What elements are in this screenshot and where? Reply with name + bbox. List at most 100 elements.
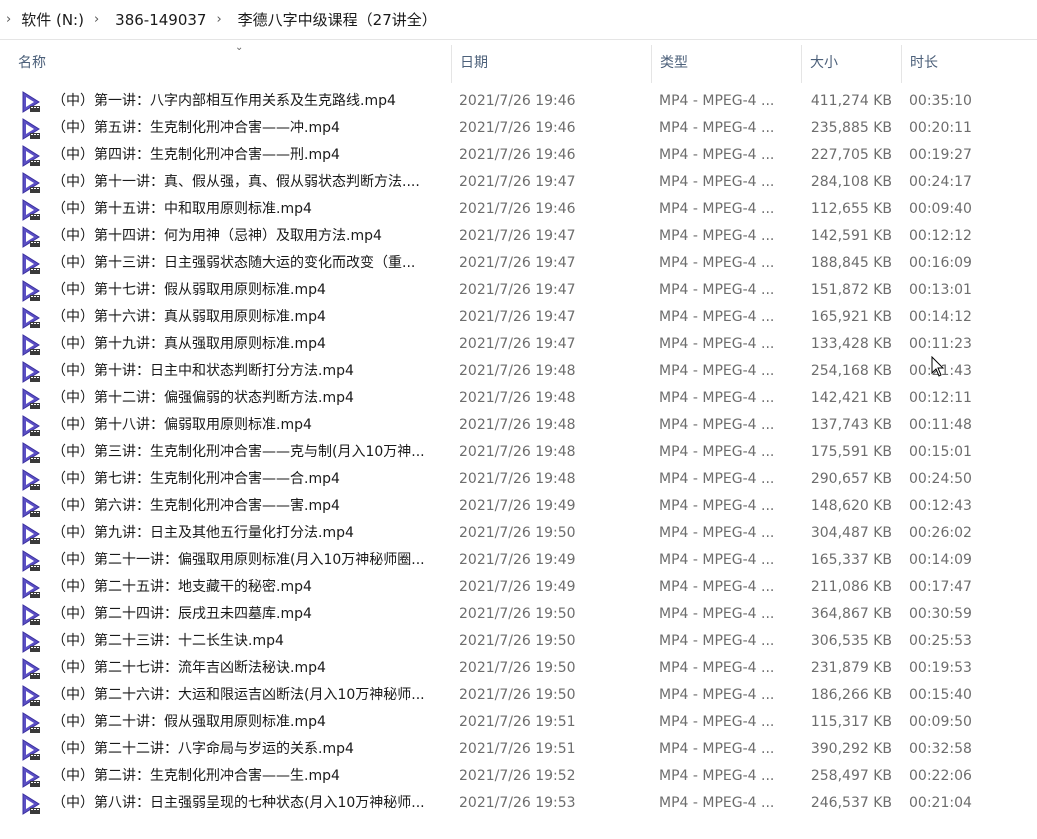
file-date: 2021/7/26 19:47 <box>459 255 576 271</box>
file-row[interactable]: （中）第三讲：生克制化刑冲合害——克与制(月入10万神... 2021/7/26 … <box>0 439 1037 466</box>
video-file-icon <box>22 577 40 599</box>
file-row[interactable]: （中）第十九讲：真从强取用原则标准.mp4 2021/7/26 19:47 MP4 … <box>0 331 1037 358</box>
column-header-duration[interactable]: 时长 <box>902 45 1037 83</box>
file-name: （中）第十二讲：偏强偏弱的状态判断方法.mp4 <box>52 390 354 406</box>
chevron-right-icon[interactable]: › <box>6 12 11 27</box>
file-row[interactable]: （中）第五讲：生克制化刑冲合害——冲.mp4 2021/7/26 19:46 MP4… <box>0 115 1037 142</box>
file-row[interactable]: （中）第十三讲：日主强弱状态随大运的变化而改变（重... 2021/7/26 19… <box>0 250 1037 277</box>
file-row[interactable]: （中）第十讲：日主中和状态判断打分方法.mp4 2021/7/26 19:48 MP… <box>0 358 1037 385</box>
file-size: 112,655 KB <box>810 201 892 217</box>
file-date: 2021/7/26 19:48 <box>459 363 576 379</box>
file-size: 411,274 KB <box>810 93 892 109</box>
breadcrumb: › 软件 (N:) › 386-149037 › 李德八字中级课程（27讲全） <box>0 0 1037 40</box>
file-date: 2021/7/26 19:53 <box>459 795 576 811</box>
file-name: （中）第十四讲：何为用神（忌神）及取用方法.mp4 <box>52 228 382 244</box>
file-date: 2021/7/26 19:47 <box>459 336 576 352</box>
file-duration: 00:13:01 <box>909 282 972 298</box>
file-name: （中）第十八讲：偏弱取用原则标准.mp4 <box>52 417 312 433</box>
file-row[interactable]: （中）第一讲：八字内部相互作用关系及生克路线.mp4 2021/7/26 19:4… <box>0 88 1037 115</box>
file-size: 290,657 KB <box>810 471 892 487</box>
file-duration: 00:30:59 <box>909 606 972 622</box>
file-row[interactable]: （中）第二十一讲：偏强取用原则标准(月入10万神秘师圈... 2021/7/26 … <box>0 547 1037 574</box>
file-row[interactable]: （中）第二十三讲：十二长生诀.mp4 2021/7/26 19:50 MP4 - M… <box>0 628 1037 655</box>
column-header-size[interactable]: 大小 <box>802 45 902 83</box>
file-name: （中）第八讲：日主强弱呈现的七种状态(月入10万神秘师... <box>52 795 425 811</box>
breadcrumb-current-folder[interactable]: 李德八字中级课程（27讲全） <box>234 7 441 32</box>
file-name: （中）第五讲：生克制化刑冲合害——冲.mp4 <box>52 120 340 136</box>
file-size: 227,705 KB <box>810 147 892 163</box>
column-header-name[interactable]: ⌄ 名称 <box>10 43 452 83</box>
file-duration: 00:21:04 <box>909 795 972 811</box>
file-row[interactable]: （中）第九讲：日主及其他五行量化打分法.mp4 2021/7/26 19:50 MP… <box>0 520 1037 547</box>
file-date: 2021/7/26 19:46 <box>459 120 576 136</box>
file-duration: 00:22:06 <box>909 768 972 784</box>
file-row[interactable]: （中）第二十六讲：大运和限运吉凶断法(月入10万神秘师... 2021/7/26 … <box>0 682 1037 709</box>
file-row[interactable]: （中）第十四讲：何为用神（忌神）及取用方法.mp4 2021/7/26 19:47… <box>0 223 1037 250</box>
file-name: （中）第九讲：日主及其他五行量化打分法.mp4 <box>52 525 354 541</box>
video-file-icon <box>22 199 40 221</box>
file-row[interactable]: （中）第二十五讲：地支藏干的秘密.mp4 2021/7/26 19:49 MP4 -… <box>0 574 1037 601</box>
file-row[interactable]: （中）第十六讲：真从弱取用原则标准.mp4 2021/7/26 19:47 MP4 … <box>0 304 1037 331</box>
video-file-icon <box>22 172 40 194</box>
file-duration: 00:12:43 <box>909 498 972 514</box>
column-header-type[interactable]: 类型 <box>652 45 802 83</box>
file-name: （中）第二十四讲：辰戌丑未四墓库.mp4 <box>52 606 312 622</box>
file-size: 165,337 KB <box>810 552 892 568</box>
video-file-icon <box>22 145 40 167</box>
file-size: 115,317 KB <box>810 714 892 730</box>
column-header-date[interactable]: 日期 <box>452 45 652 83</box>
video-file-icon <box>22 712 40 734</box>
video-file-icon <box>22 631 40 653</box>
file-row[interactable]: （中）第六讲：生克制化刑冲合害——害.mp4 2021/7/26 19:49 MP4… <box>0 493 1037 520</box>
file-row[interactable]: （中）第二讲：生克制化刑冲合害——生.mp4 2021/7/26 19:52 MP4… <box>0 763 1037 790</box>
file-row[interactable]: （中）第二十四讲：辰戌丑未四墓库.mp4 2021/7/26 19:50 MP4 -… <box>0 601 1037 628</box>
file-duration: 00:16:09 <box>909 255 972 271</box>
file-row[interactable]: （中）第十五讲：中和取用原则标准.mp4 2021/7/26 19:46 MP4 -… <box>0 196 1037 223</box>
file-date: 2021/7/26 19:49 <box>459 552 576 568</box>
video-file-icon <box>22 361 40 383</box>
file-date: 2021/7/26 19:50 <box>459 606 576 622</box>
file-row[interactable]: （中）第二十讲：假从强取用原则标准.mp4 2021/7/26 19:51 MP4 … <box>0 709 1037 736</box>
video-file-icon <box>22 496 40 518</box>
video-file-icon <box>22 685 40 707</box>
file-duration: 00:11:23 <box>909 336 972 352</box>
file-date: 2021/7/26 19:50 <box>459 525 576 541</box>
file-row[interactable]: （中）第二十七讲：流年吉凶断法秘诀.mp4 2021/7/26 19:50 MP4 … <box>0 655 1037 682</box>
video-file-icon <box>22 226 40 248</box>
file-size: 306,535 KB <box>810 633 892 649</box>
chevron-right-icon[interactable]: › <box>94 12 99 27</box>
file-row[interactable]: （中）第十一讲：真、假从强，真、假从弱状态判断方法.... 2021/7/26 1… <box>0 169 1037 196</box>
breadcrumb-folder[interactable]: 386-149037 <box>111 9 210 31</box>
file-size: 231,879 KB <box>810 660 892 676</box>
file-date: 2021/7/26 19:47 <box>459 174 576 190</box>
video-file-icon <box>22 658 40 680</box>
file-size: 186,266 KB <box>810 687 892 703</box>
video-file-icon <box>22 766 40 788</box>
file-size: 188,845 KB <box>810 255 892 271</box>
breadcrumb-drive[interactable]: 软件 (N:) <box>17 7 88 32</box>
file-duration: 00:26:02 <box>909 525 972 541</box>
file-row[interactable]: （中）第八讲：日主强弱呈现的七种状态(月入10万神秘师... 2021/7/26 … <box>0 790 1037 817</box>
file-size: 304,487 KB <box>810 525 892 541</box>
file-duration: 00:09:40 <box>909 201 972 217</box>
file-row[interactable]: （中）第十二讲：偏强偏弱的状态判断方法.mp4 2021/7/26 19:48 MP… <box>0 385 1037 412</box>
file-duration: 00:21:43 <box>909 363 972 379</box>
file-date: 2021/7/26 19:49 <box>459 498 576 514</box>
file-row[interactable]: （中）第二十二讲：八字命局与岁运的关系.mp4 2021/7/26 19:51 MP… <box>0 736 1037 763</box>
file-name: （中）第十六讲：真从弱取用原则标准.mp4 <box>52 309 326 325</box>
file-row[interactable]: （中）第七讲：生克制化刑冲合害——合.mp4 2021/7/26 19:48 MP4… <box>0 466 1037 493</box>
file-duration: 00:19:27 <box>909 147 972 163</box>
file-size: 151,872 KB <box>810 282 892 298</box>
chevron-right-icon[interactable]: › <box>216 12 221 27</box>
file-size: 258,497 KB <box>810 768 892 784</box>
file-row[interactable]: （中）第十七讲：假从弱取用原则标准.mp4 2021/7/26 19:47 MP4 … <box>0 277 1037 304</box>
file-size: 148,620 KB <box>810 498 892 514</box>
video-file-icon <box>22 739 40 761</box>
video-file-icon <box>22 469 40 491</box>
file-row[interactable]: （中）第四讲：生克制化刑冲合害——刑.mp4 2021/7/26 19:46 MP4… <box>0 142 1037 169</box>
video-file-icon <box>22 604 40 626</box>
video-file-icon <box>22 91 40 113</box>
video-file-icon <box>22 280 40 302</box>
file-row[interactable]: （中）第十八讲：偏弱取用原则标准.mp4 2021/7/26 19:48 MP4 -… <box>0 412 1037 439</box>
file-name: （中）第十讲：日主中和状态判断打分方法.mp4 <box>52 363 354 379</box>
